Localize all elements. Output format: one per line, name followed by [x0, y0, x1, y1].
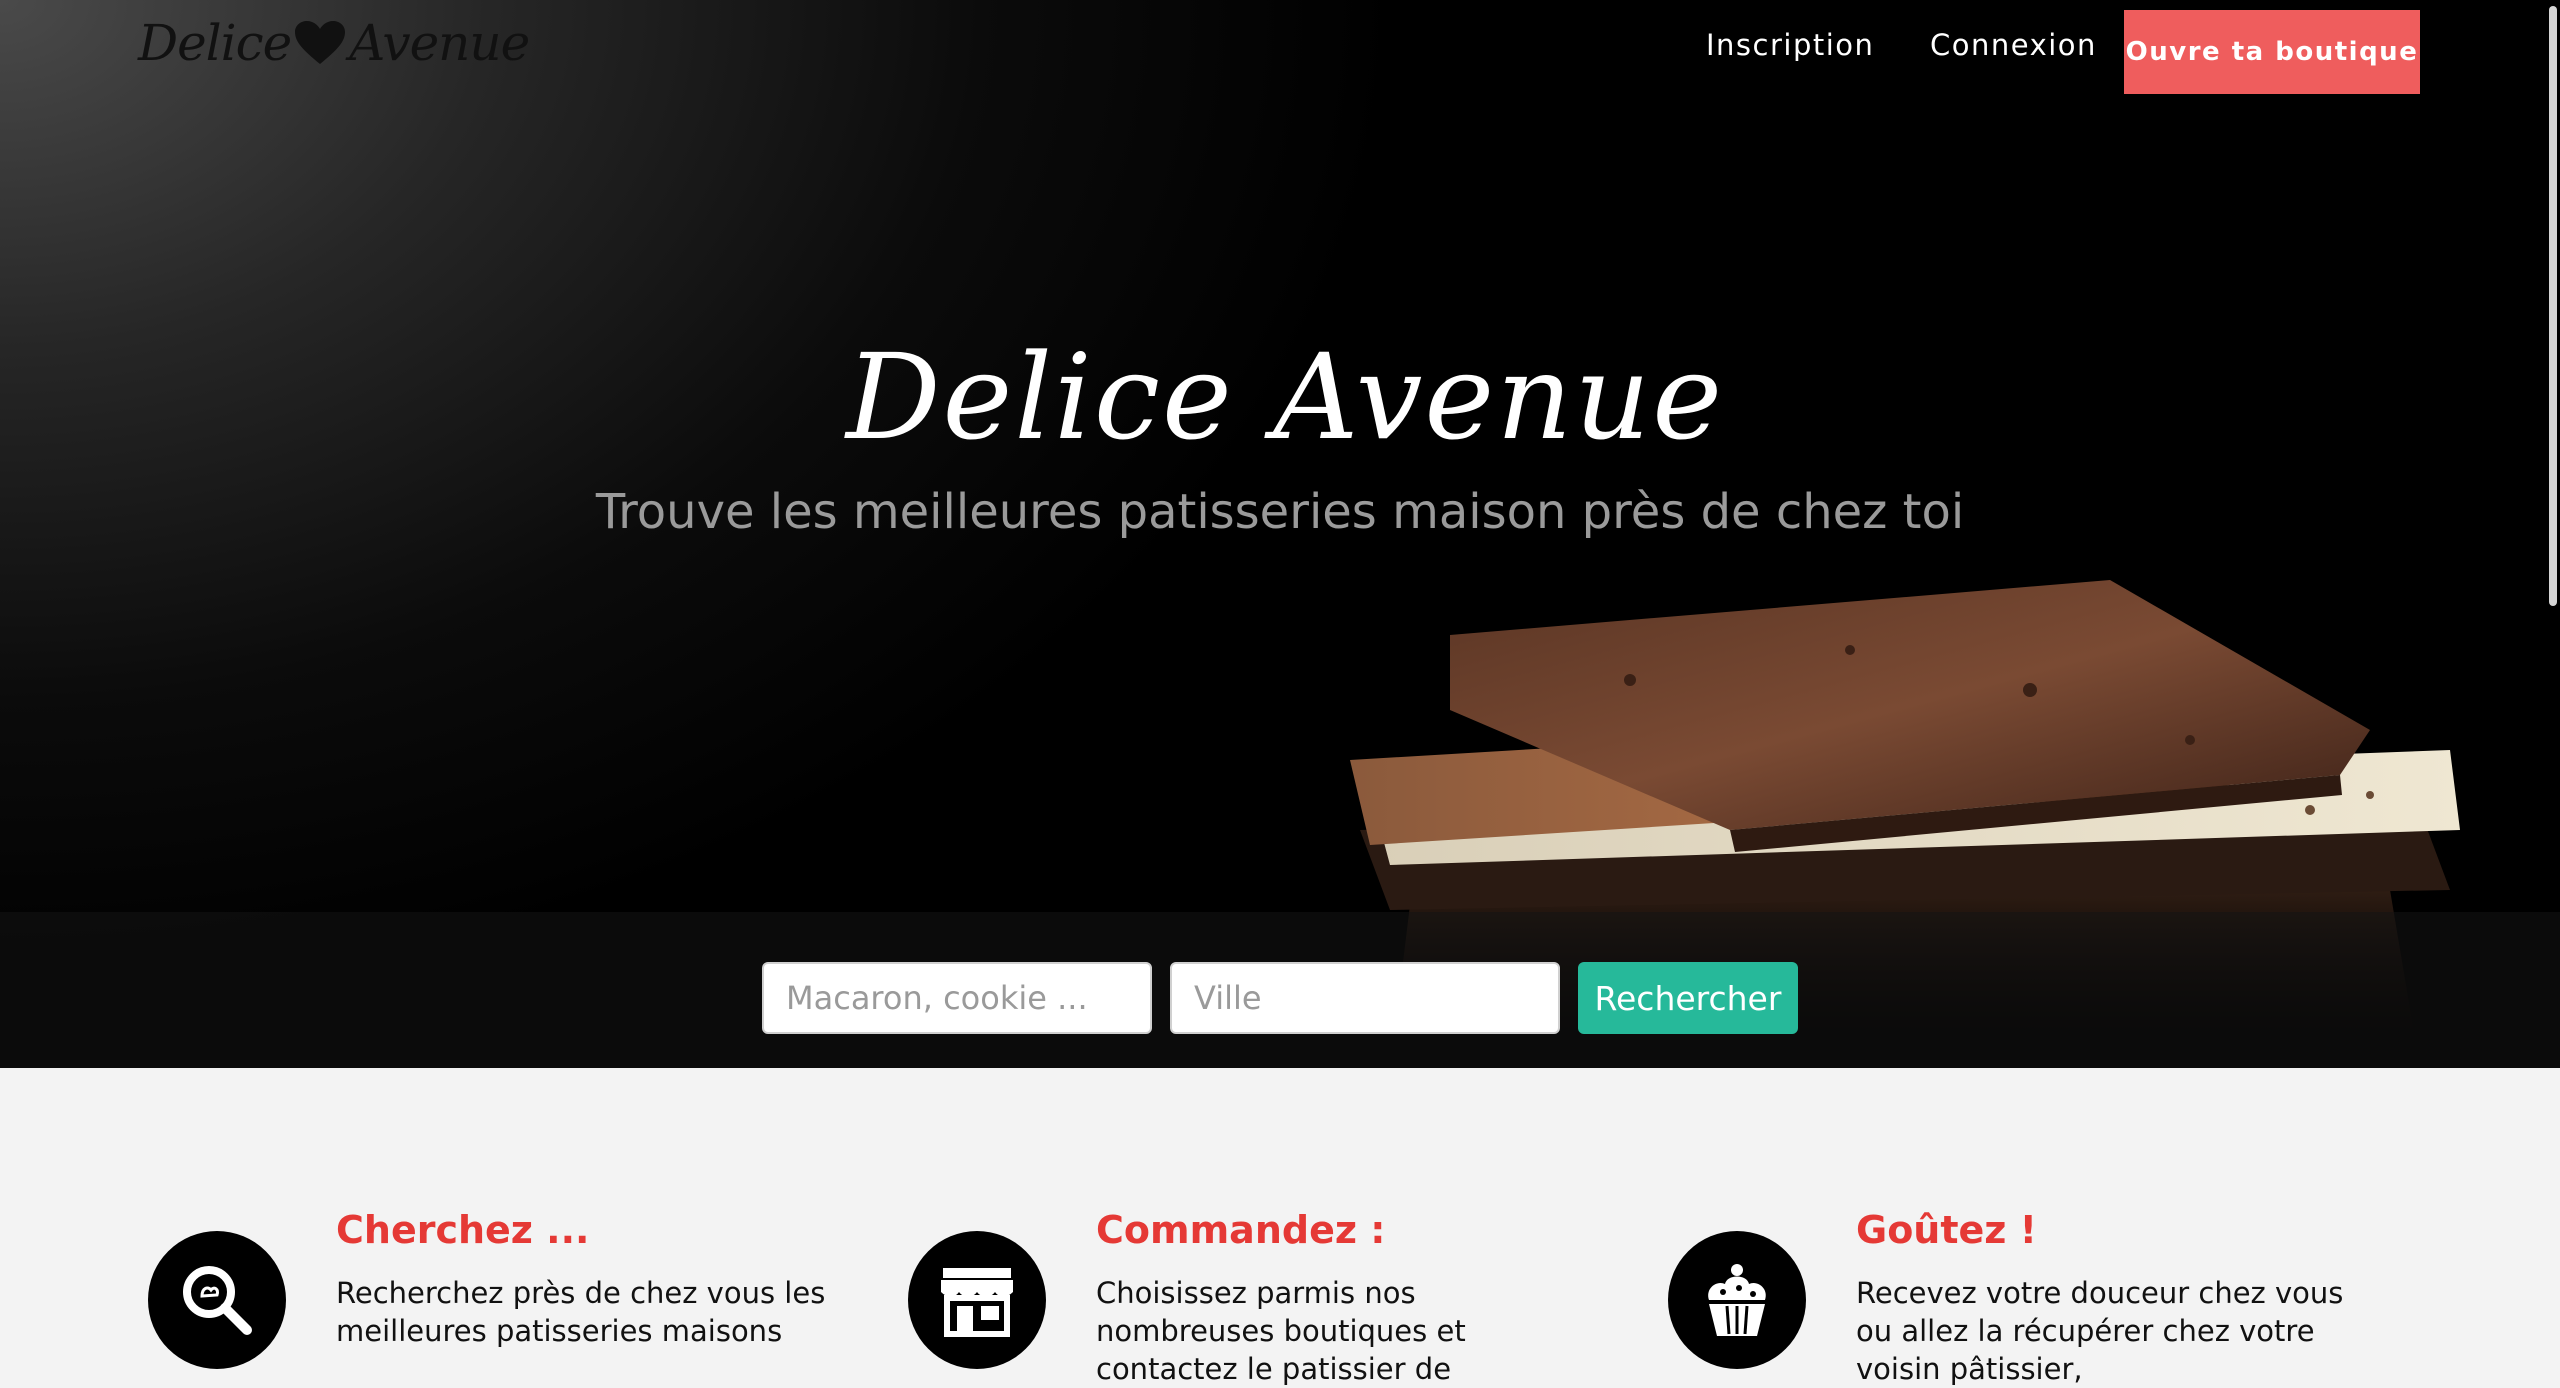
features-section: Cherchez ... Recherchez près de chez vou… — [0, 1068, 2560, 1386]
hero-title: Delice Avenue — [845, 328, 1725, 466]
search-product-input[interactable] — [762, 962, 1152, 1034]
heart-icon — [293, 20, 347, 66]
hero-subtitle: Trouve les meilleures patisseries maison… — [595, 484, 1965, 540]
feature-order: Commandez : Choisissez parmis nos nombre… — [908, 1068, 1608, 1386]
feature-title: Commandez : — [1096, 1208, 1386, 1252]
hero-section: Delice Avenue Inscription Connexion Ouvr… — [0, 0, 2560, 1068]
scrollbar-thumb[interactable] — [2549, 6, 2557, 606]
feature-title: Goûtez ! — [1856, 1208, 2037, 1252]
feature-search: Cherchez ... Recherchez près de chez vou… — [148, 1068, 848, 1369]
search-icon — [148, 1231, 286, 1369]
nav-connexion-link[interactable]: Connexion — [1930, 28, 2097, 62]
search-button[interactable]: Rechercher — [1578, 962, 1798, 1034]
feature-text: Recherchez près de chez vous les meilleu… — [336, 1276, 826, 1348]
brand-logo[interactable]: Delice Avenue — [138, 14, 530, 72]
open-shop-button[interactable]: Ouvre ta boutique — [2124, 10, 2420, 94]
feature-text: Recevez votre douceur chez vous ou allez… — [1856, 1276, 2344, 1386]
nav-inscription-link[interactable]: Inscription — [1706, 28, 1874, 62]
shop-icon — [908, 1231, 1046, 1369]
logo-text-left: Delice — [138, 14, 292, 72]
search-city-input[interactable] — [1170, 962, 1560, 1034]
logo-text-right: Avenue — [349, 14, 530, 72]
feature-title: Cherchez ... — [336, 1208, 590, 1252]
feature-taste: Goûtez ! Recevez votre douceur chez vous… — [1668, 1068, 2368, 1386]
cupcake-icon — [1668, 1231, 1806, 1369]
feature-text: Choisissez parmis nos nombreuses boutiqu… — [1096, 1276, 1466, 1386]
